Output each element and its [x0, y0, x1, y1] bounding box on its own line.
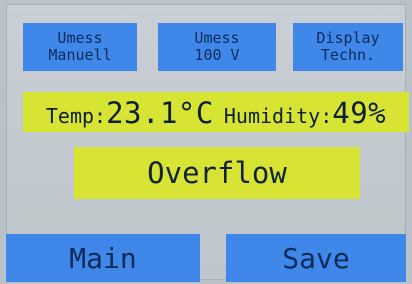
- umess-100v-button[interactable]: Umess 100 V: [158, 23, 276, 71]
- display-techn-button[interactable]: Display Techn.: [293, 23, 403, 71]
- temp-label: Temp:: [45, 104, 107, 128]
- button-line2: Techn.: [320, 46, 376, 64]
- button-line1: Display: [316, 29, 380, 47]
- status-display: Overflow: [74, 147, 360, 199]
- button-line2: 100 V: [194, 46, 240, 64]
- button-line1: Umess: [194, 29, 240, 47]
- humidity-label: Humidity:: [223, 104, 333, 128]
- sensor-readout: Temp: 23.1°C Humidity: 49%: [23, 92, 409, 132]
- save-button[interactable]: Save: [226, 234, 406, 282]
- main-button[interactable]: Main: [6, 234, 200, 282]
- umess-manuell-button[interactable]: Umess Manuell: [23, 23, 137, 71]
- main-button-label: Main: [69, 241, 137, 275]
- save-button-label: Save: [282, 241, 350, 275]
- button-line1: Umess: [57, 29, 103, 47]
- device-screen: Umess Manuell Umess 100 V Display Techn.…: [6, 4, 409, 282]
- button-line2: Manuell: [48, 46, 112, 64]
- humidity-value: 49%: [332, 96, 387, 130]
- status-text: Overflow: [147, 156, 287, 190]
- temp-value: 23.1°C: [106, 96, 214, 130]
